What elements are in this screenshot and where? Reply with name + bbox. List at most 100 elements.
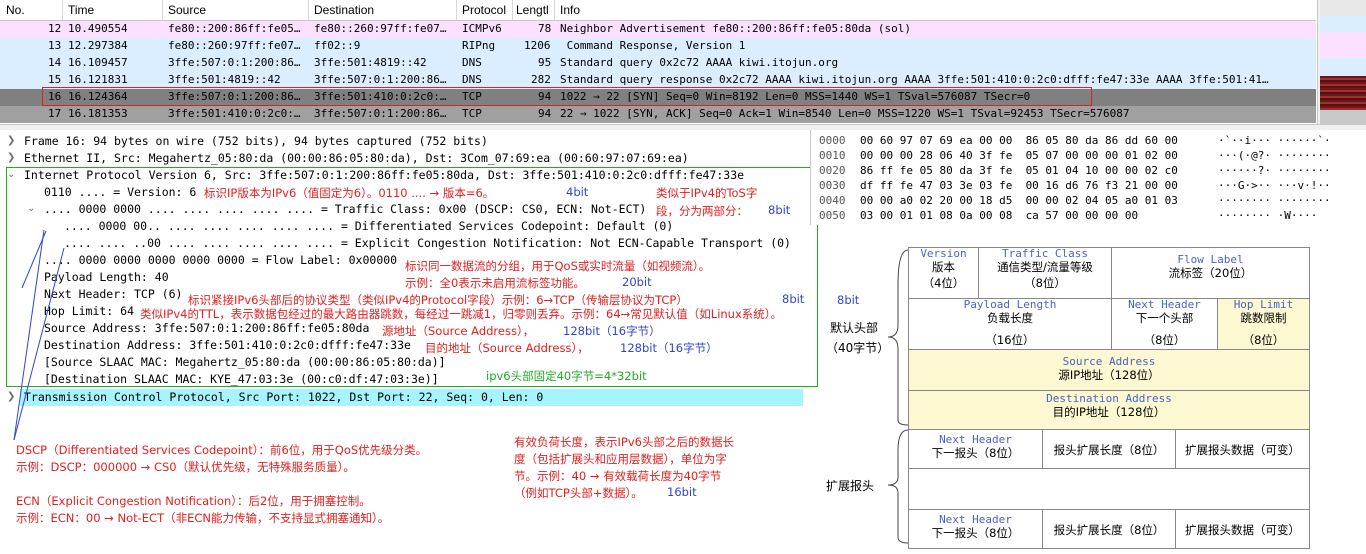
default-header-label: 默认头部 (830, 321, 879, 335)
packet-info: Standard query 0x2c72 AAAA kiwi.itojun.o… (560, 56, 839, 69)
hex-bytes[interactable]: 86 ff fe 05 80 da 3f fe 05 01 04 10 00 0… (860, 164, 1178, 177)
note-source-address: 源地址（Source Address）， (382, 324, 535, 338)
packet-time: 16.181353 (68, 107, 128, 120)
collapse-chevron-icon[interactable]: ⌄ (7, 169, 15, 180)
hex-ascii[interactable]: ···G·>·· ···v·!·· (1218, 179, 1331, 192)
field-destination-address: Destination Address 目的IP地址（128位） (908, 390, 1310, 430)
packet-protocol: RIPng (462, 39, 496, 52)
note-ecn-1: ECN（Explicit Congestion Notification）：后2… (16, 494, 371, 508)
note-destination-address: 目的地址（Source Address）， (425, 341, 589, 355)
packet-time: 12.297384 (68, 39, 128, 52)
column-length[interactable]: Lengtl (516, 3, 549, 17)
packet-source: 3ffe:501:410:0:2c0:… (168, 107, 301, 120)
column-time[interactable]: Time (68, 3, 94, 17)
note-payload-length-2: 度（包括扩展头和应用层数据），单位为字 (514, 452, 727, 466)
ethernet-line[interactable]: Ethernet II, Src: Megahertz_05:80:da (00… (24, 151, 689, 165)
column-no[interactable]: No. (6, 3, 25, 17)
packet-length: 95 (538, 56, 552, 69)
field-next-header: Next Header 下一个头部 （8位） (1111, 298, 1218, 350)
packet-no: 13 (48, 39, 62, 52)
note-payload-length-bits: 16bit (667, 485, 697, 499)
packet-destination: 3ffe:507:0:1:200:86… (314, 73, 447, 86)
note-fixed-header-size: ipv6头部固定40字节=4*32bit (486, 369, 647, 383)
packet-row[interactable]: 17 16.181353 3ffe:501:410:0:2c0:… 3ffe:5… (0, 106, 1316, 123)
packet-protocol: TCP (462, 107, 482, 120)
note-ecn-2: 示例：ECN：00 → Not-ECT（非ECN能力传输，不支持显式拥塞通知）。 (16, 511, 390, 525)
hex-offset: 0010 (819, 149, 846, 162)
note-payload-length-3: 节。示例：40 → 有效载荷长度为40字节 (514, 469, 722, 483)
hex-ascii[interactable]: ········ ·W···· (1218, 209, 1317, 222)
packet-list-minimap[interactable] (1317, 0, 1366, 124)
ipv6-line[interactable]: Internet Protocol Version 6, Src: 3ffe:5… (24, 168, 744, 182)
column-protocol[interactable]: Protocol (462, 3, 506, 17)
expand-chevron-icon[interactable]: ❯ (7, 152, 15, 163)
note-traffic-class-bits: 8bit (768, 203, 791, 217)
field-ext1-length: 报头扩展长度（8位） (1042, 429, 1176, 469)
packet-info: Neighbor Advertisement fe80::200:86ff:fe… (560, 22, 911, 35)
packet-row[interactable]: 13 12.297384 fe80::260:97ff:fe07… ff02::… (0, 38, 1316, 55)
field-ext2-length: 报头扩展长度（8位） (1042, 509, 1176, 549)
packet-time: 16.109457 (68, 56, 128, 69)
scroll-up-area[interactable] (1320, 0, 1366, 16)
field-ext1-data: 扩展报头数据（可变） (1175, 429, 1310, 469)
hex-bytes[interactable]: df ff fe 47 03 3e 03 fe 00 16 d6 76 f3 2… (860, 179, 1178, 192)
hex-offset: 0030 (819, 179, 846, 192)
hex-offset: 0050 (819, 209, 846, 222)
hex-ascii[interactable]: ···(·@?· ········ (1218, 149, 1331, 162)
note-flow-label-bits: 20bit (622, 275, 652, 289)
note-flow-label-2: 示例：全0表示未启用流标签功能。 (405, 276, 585, 290)
hex-bytes[interactable]: 03 00 01 01 08 0a 00 08 ca 57 00 00 00 0… (860, 209, 1138, 222)
field-version: Version 版本 （4位） (908, 247, 979, 299)
packet-destination: 3ffe:501:4819::42 (314, 56, 427, 69)
packet-length: 78 (538, 22, 552, 35)
packet-source: 3ffe:507:0:1:200:86… (168, 56, 301, 69)
field-ext-gap (908, 468, 1310, 510)
packet-destination: 3ffe:507:0:1:200:86… (314, 107, 447, 120)
field-flow-label: Flow Label 流标签（20位） (1111, 247, 1310, 299)
note-next-header-bits: 8bit (782, 292, 805, 306)
field-ext1-next-header: Next Header 下一报头（8位） (908, 429, 1043, 469)
note-hop-limit: 类似IPv4的TTL，表示数据包经过的最大路由器跳数，每经过一跳减1，归零则丢弃… (140, 307, 783, 321)
field-traffic-class: Traffic Class 通信类型/流量等级 （8位） (978, 247, 1112, 299)
packet-info: Standard query response 0x2c72 AAAA kiwi… (560, 73, 1269, 86)
hex-bytes[interactable]: 00 00 a0 02 20 00 18 d5 00 00 02 04 05 a… (860, 194, 1178, 207)
note-payload-length-1: 有效负荷长度，表示IPv6头部之后的数据长 (514, 435, 734, 449)
note-hop-limit-bits: 8bit (837, 293, 860, 307)
packet-length: 282 (531, 73, 551, 86)
note-traffic-class-1: 类似于IPv4的ToS字 (656, 186, 758, 200)
packet-protocol: DNS (462, 56, 482, 69)
hex-offset: 0040 (819, 194, 846, 207)
packet-time: 16.121831 (68, 73, 128, 86)
packet-row[interactable]: 14 16.109457 3ffe:507:0:1:200:86… 3ffe:5… (0, 55, 1316, 72)
version-line[interactable]: 0110 .... = Version: 6 (44, 185, 196, 199)
note-version: 标识IP版本为IPv6（值固定为6）。0110 .... → 版本=6。 (204, 186, 495, 200)
note-source-address-bits: 128bit（16字节） (563, 324, 661, 338)
packet-source: fe80::260:97ff:fe07… (168, 39, 301, 52)
frame-line[interactable]: Frame 16: 94 bytes on wire (752 bits), 9… (24, 134, 488, 148)
column-source[interactable]: Source (168, 3, 206, 17)
column-destination[interactable]: Destination (314, 3, 374, 17)
column-info[interactable]: Info (560, 3, 580, 17)
hex-ascii[interactable]: ······?· ········ (1218, 164, 1331, 177)
hex-bytes[interactable]: 00 00 00 28 06 40 3f fe 05 07 00 00 00 0… (860, 149, 1178, 162)
packet-row[interactable]: 12 10.490554 fe80::200:86ff:fe05… fe80::… (0, 21, 1316, 38)
hex-bytes[interactable]: 00 60 97 07 69 ea 00 00 86 05 80 da 86 d… (860, 134, 1178, 147)
packet-protocol: DNS (462, 73, 482, 86)
note-dscp-2: 示例：DSCP：000000 → CS0（默认优先级，无特殊服务质量）。 (16, 460, 355, 474)
hex-ascii[interactable]: ········ ········ (1218, 194, 1331, 207)
note-destination-address-bits: 128bit（16字节） (620, 341, 718, 355)
hex-ascii[interactable]: ·`··i··· ······`· (1218, 134, 1331, 147)
packet-no: 12 (48, 22, 62, 35)
minimap-scroll-thumb[interactable] (1320, 76, 1366, 110)
field-ext2-data: 扩展报头数据（可变） (1175, 509, 1310, 549)
field-source-address: Source Address 源IP地址（128位） (908, 349, 1310, 391)
packet-info: Command Response, Version 1 (560, 39, 746, 52)
packet-list-header: No. Time Source Destination Protocol Len… (0, 0, 1316, 21)
expand-chevron-icon[interactable]: ❯ (7, 135, 15, 146)
field-ext2-next-header: Next Header 下一报头（8位） (908, 509, 1043, 549)
packet-length: 1206 (524, 39, 551, 52)
hex-offset: 0000 (819, 134, 846, 147)
packet-no: 15 (48, 73, 62, 86)
packet-info: 22 → 1022 [SYN, ACK] Seq=0 Ack=1 Win=854… (560, 107, 1130, 120)
packet-no: 17 (48, 107, 62, 120)
